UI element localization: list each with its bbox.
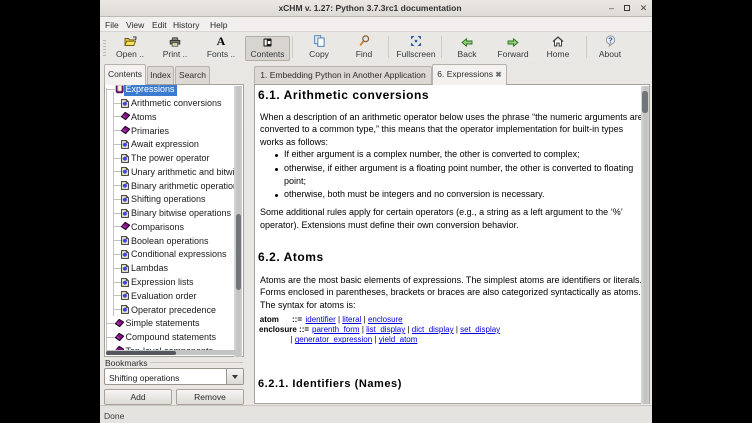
svg-text:?: ? <box>608 36 613 45</box>
